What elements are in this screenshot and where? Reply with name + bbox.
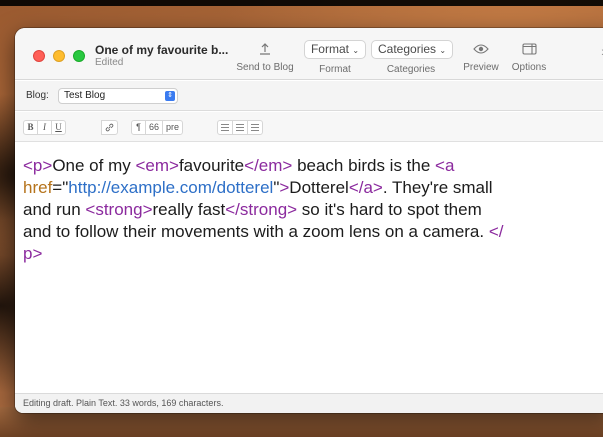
link-group [101,120,118,135]
html-tag: > [279,178,290,197]
text-run: Dotterel [289,178,349,197]
document-title: One of my favourite b... [95,43,229,57]
text-run: so it's hard to spot them [297,200,482,219]
html-tag: <em> [135,156,179,175]
categories-popup-value: Categories [378,42,437,56]
categories-popup[interactable]: Categories ⌄ Categories [371,40,454,75]
sidebar-icon [507,42,551,60]
preview-label: Preview [463,62,499,73]
window-toolbar: One of my favourite b... Edited Send to … [15,28,603,80]
text-run: beach birds is the [292,156,436,175]
align-left-button[interactable] [217,120,233,135]
editor-line: and to follow their movements with a zoo… [23,221,603,243]
italic-button[interactable]: I [37,120,52,135]
paragraph-button[interactable]: ¶ [131,120,146,135]
window-controls [33,50,85,62]
alignment-group [217,120,263,135]
align-right-icon [251,124,259,131]
text-style-group: B I U [23,120,66,135]
text-run: really fast [152,200,226,219]
select-arrows-icon: ⇕ [165,91,175,101]
eye-icon [459,42,503,60]
align-left-icon [221,124,229,131]
categories-label: Categories [386,64,436,75]
text-run: and to follow their movements with a zoo… [23,222,489,241]
align-center-button[interactable] [232,120,248,135]
format-popup[interactable]: Format ⌄ Format [303,40,367,75]
editor-window: One of my favourite b... Edited Send to … [15,28,603,413]
link-button[interactable] [101,120,118,135]
html-tag: <strong> [85,200,153,219]
html-tag: <p> [23,156,53,175]
send-to-blog-button[interactable]: Send to Blog [233,42,297,73]
html-attribute-value: http://example.com/dotterel [68,178,274,197]
blog-select-value: Test Blog [64,90,106,101]
text-run: and run [23,200,86,219]
status-bar: Editing draft. Plain Text. 33 words, 169… [15,393,603,413]
block-group: ¶ 66 pre [131,120,184,135]
align-right-button[interactable] [247,120,263,135]
editor-line: <p>One of my <em>favourite</em> beach bi… [23,155,603,177]
editor-line: p> [23,243,603,265]
html-tag: </em> [244,156,293,175]
blog-select[interactable]: Test Blog ⇕ [58,88,178,104]
options-button[interactable]: Options [507,42,551,73]
format-popup-value: Format [310,42,349,56]
html-attribute: href [23,178,53,197]
chevron-down-icon: ⌄ [439,46,447,55]
align-center-icon [236,124,244,131]
preview-button[interactable]: Preview [459,42,503,73]
html-editor[interactable]: <p>One of my <em>favourite</em> beach bi… [15,143,603,393]
chevron-down-icon: ⌄ [352,46,360,55]
options-label: Options [511,62,547,73]
send-to-blog-label: Send to Blog [236,62,294,73]
html-tag: </a> [348,178,383,197]
html-tag: </ [488,222,504,241]
blockquote-button[interactable]: 66 [145,120,164,135]
text-run: . They're small [382,178,493,197]
bold-button[interactable]: B [23,120,38,135]
text-run: One of my [52,156,136,175]
editor-line: href="http://example.com/dotterel">Dotte… [23,177,603,199]
share-upload-icon [233,42,297,60]
preformatted-button[interactable]: pre [162,120,184,135]
status-text: Editing draft. Plain Text. 33 words, 169… [23,398,224,408]
underline-button[interactable]: U [51,120,66,135]
html-tag: <a [435,156,455,175]
blog-bar: Blog: Test Blog ⇕ [15,81,603,111]
document-status: Edited [95,57,124,68]
link-icon [105,123,114,132]
blog-label: Blog: [26,90,49,101]
html-tag: </strong> [225,200,298,219]
zoom-window-button[interactable] [73,50,85,62]
text-run: favourite [178,156,245,175]
close-window-button[interactable] [33,50,45,62]
formatting-bar: B I U ¶ 66 pre [15,112,603,142]
text-run: =" [52,178,69,197]
minimize-window-button[interactable] [53,50,65,62]
editor-line: and run <strong>really fast</strong> so … [23,199,603,221]
format-label: Format [319,64,351,75]
html-tag: p> [23,244,43,263]
